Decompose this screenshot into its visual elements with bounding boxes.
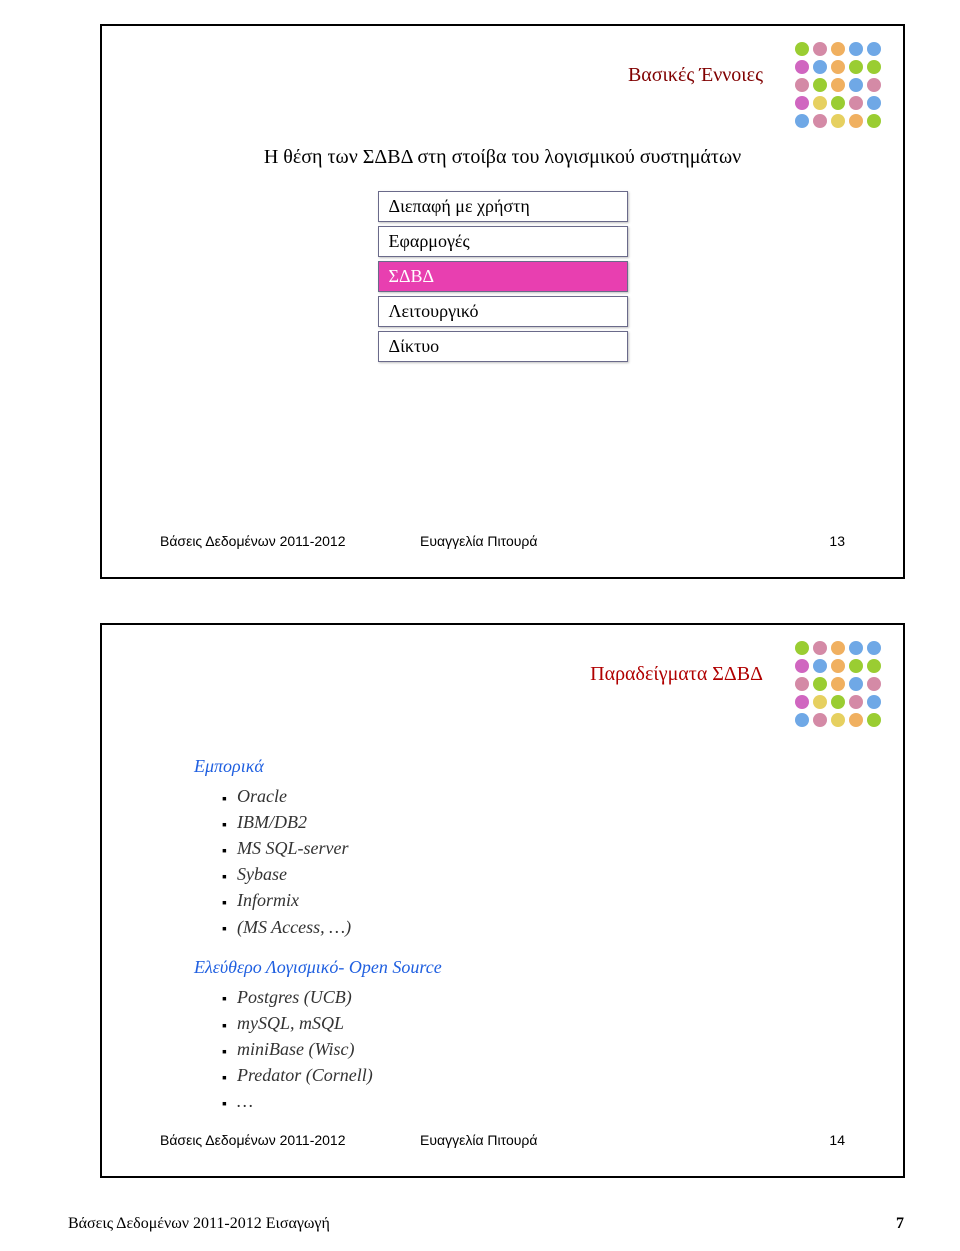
- list-item: (MS Access, …): [222, 914, 843, 940]
- footer-left: Βάσεις Δεδομένων 2011-2012: [160, 533, 420, 549]
- list-item: Sybase: [222, 861, 843, 887]
- slide-number: 13: [785, 533, 845, 549]
- slide-title: Βασικές Έννοιες: [628, 64, 763, 87]
- list-item: IBM/DB2: [222, 809, 843, 835]
- footer-left: Βάσεις Δεδομένων 2011-2012: [160, 1132, 420, 1148]
- stack-row-highlight: ΣΔΒΔ: [378, 261, 628, 292]
- page-footer-left: Βάσεις Δεδομένων 2011-2012 Εισαγωγή: [68, 1215, 330, 1233]
- list-item: …: [222, 1088, 843, 1114]
- list-item: Oracle: [222, 783, 843, 809]
- slide1-body: Η θέση των ΣΔΒΔ στη στοίβα του λογισμικο…: [102, 146, 903, 366]
- slide1-heading: Η θέση των ΣΔΒΔ στη στοίβα του λογισμικο…: [102, 146, 903, 169]
- section-heading-commercial: Εμπορικά: [194, 753, 843, 779]
- opensource-list: Postgres (UCB) mySQL, mSQL miniBase (Wis…: [194, 984, 843, 1114]
- stack-row: Διεπαφή με χρήστη: [378, 191, 628, 222]
- list-item: Informix: [222, 887, 843, 913]
- slide-footer: Βάσεις Δεδομένων 2011-2012 Ευαγγελία Πιτ…: [160, 533, 845, 549]
- stack-row: Εφαρμογές: [378, 226, 628, 257]
- list-item: mySQL, mSQL: [222, 1010, 843, 1036]
- list-item: MS SQL-server: [222, 835, 843, 861]
- slide-title: Παραδείγματα ΣΔΒΔ: [590, 663, 763, 686]
- software-stack: Διεπαφή με χρήστη Εφαρμογές ΣΔΒΔ Λειτουρ…: [378, 191, 628, 362]
- list-item: Postgres (UCB): [222, 984, 843, 1010]
- list-item: Predator (Cornell): [222, 1062, 843, 1088]
- document-page: Βασικές Έννοιες Η θέση των ΣΔΒΔ στη στοί…: [0, 0, 960, 1251]
- list-item: miniBase (Wisc): [222, 1036, 843, 1062]
- footer-center: Ευαγγελία Πιτουρά: [420, 1132, 785, 1148]
- slide-2: Παραδείγματα ΣΔΒΔ Εμπορικά Oracle IBM/DB…: [100, 623, 905, 1178]
- commercial-list: Oracle IBM/DB2 MS SQL-server Sybase Info…: [194, 783, 843, 940]
- dot-motif-icon: [795, 641, 881, 727]
- slide-number: 14: [785, 1132, 845, 1148]
- footer-center: Ευαγγελία Πιτουρά: [420, 533, 785, 549]
- slide-footer: Βάσεις Δεδομένων 2011-2012 Ευαγγελία Πιτ…: [160, 1132, 845, 1148]
- slide-1: Βασικές Έννοιες Η θέση των ΣΔΒΔ στη στοί…: [100, 24, 905, 579]
- page-footer: Βάσεις Δεδομένων 2011-2012 Εισαγωγή 7: [68, 1215, 904, 1233]
- stack-row: Δίκτυο: [378, 331, 628, 362]
- page-number: 7: [896, 1215, 904, 1233]
- section-heading-opensource: Ελεύθερο Λογισμικό- Open Source: [194, 954, 843, 980]
- dot-motif-icon: [795, 42, 881, 128]
- stack-row: Λειτουργικό: [378, 296, 628, 327]
- slide2-body: Εμπορικά Oracle IBM/DB2 MS SQL-server Sy…: [194, 753, 843, 1128]
